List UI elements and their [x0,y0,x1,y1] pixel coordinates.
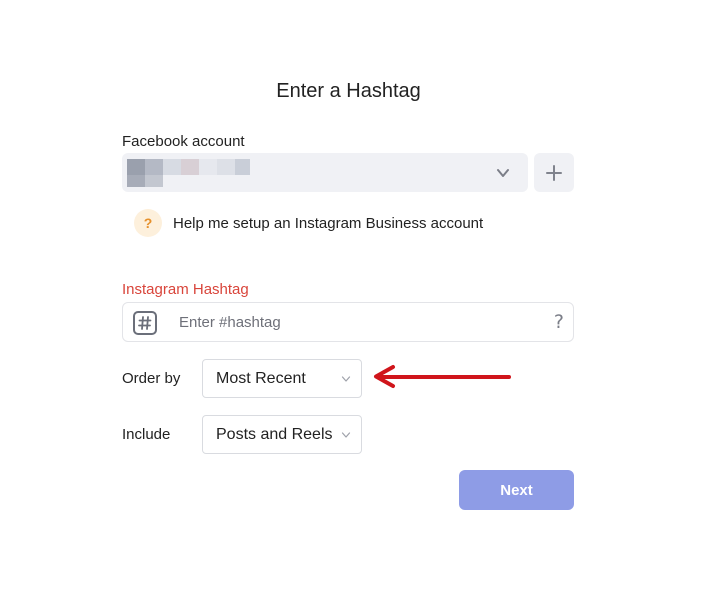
include-dropdown[interactable]: Posts and Reels [202,415,362,454]
annotation-arrow-icon [374,365,511,388]
hashtag-input[interactable] [179,309,529,335]
add-account-button[interactable] [534,153,574,192]
facebook-account-label: Facebook account [122,133,245,150]
chevron-down-icon [341,432,351,438]
include-selected-value: Posts and Reels [216,426,333,443]
plus-icon [546,164,562,181]
question-circle-icon: ? [134,209,162,237]
include-label: Include [122,426,171,443]
instagram-business-help-link[interactable]: ? Help me setup an Instagram Business ac… [134,209,483,237]
question-mark-icon[interactable]: ? [554,311,564,333]
order-by-dropdown[interactable]: Most Recent [202,359,362,398]
hashtag-field[interactable]: ? [122,302,574,342]
order-by-selected-value: Most Recent [216,370,306,387]
chevron-down-icon [497,169,509,177]
chevron-down-icon [341,376,351,382]
hash-icon [133,311,157,335]
enter-hashtag-page: Enter a Hashtag Facebook account ? Help … [0,0,707,594]
next-button[interactable]: Next [459,470,574,510]
order-by-label: Order by [122,370,181,387]
facebook-account-select[interactable] [122,153,528,192]
help-link-text: Help me setup an Instagram Business acco… [173,214,484,232]
instagram-hashtag-label: Instagram Hashtag [122,281,249,298]
page-title: Enter a Hashtag [276,80,421,102]
